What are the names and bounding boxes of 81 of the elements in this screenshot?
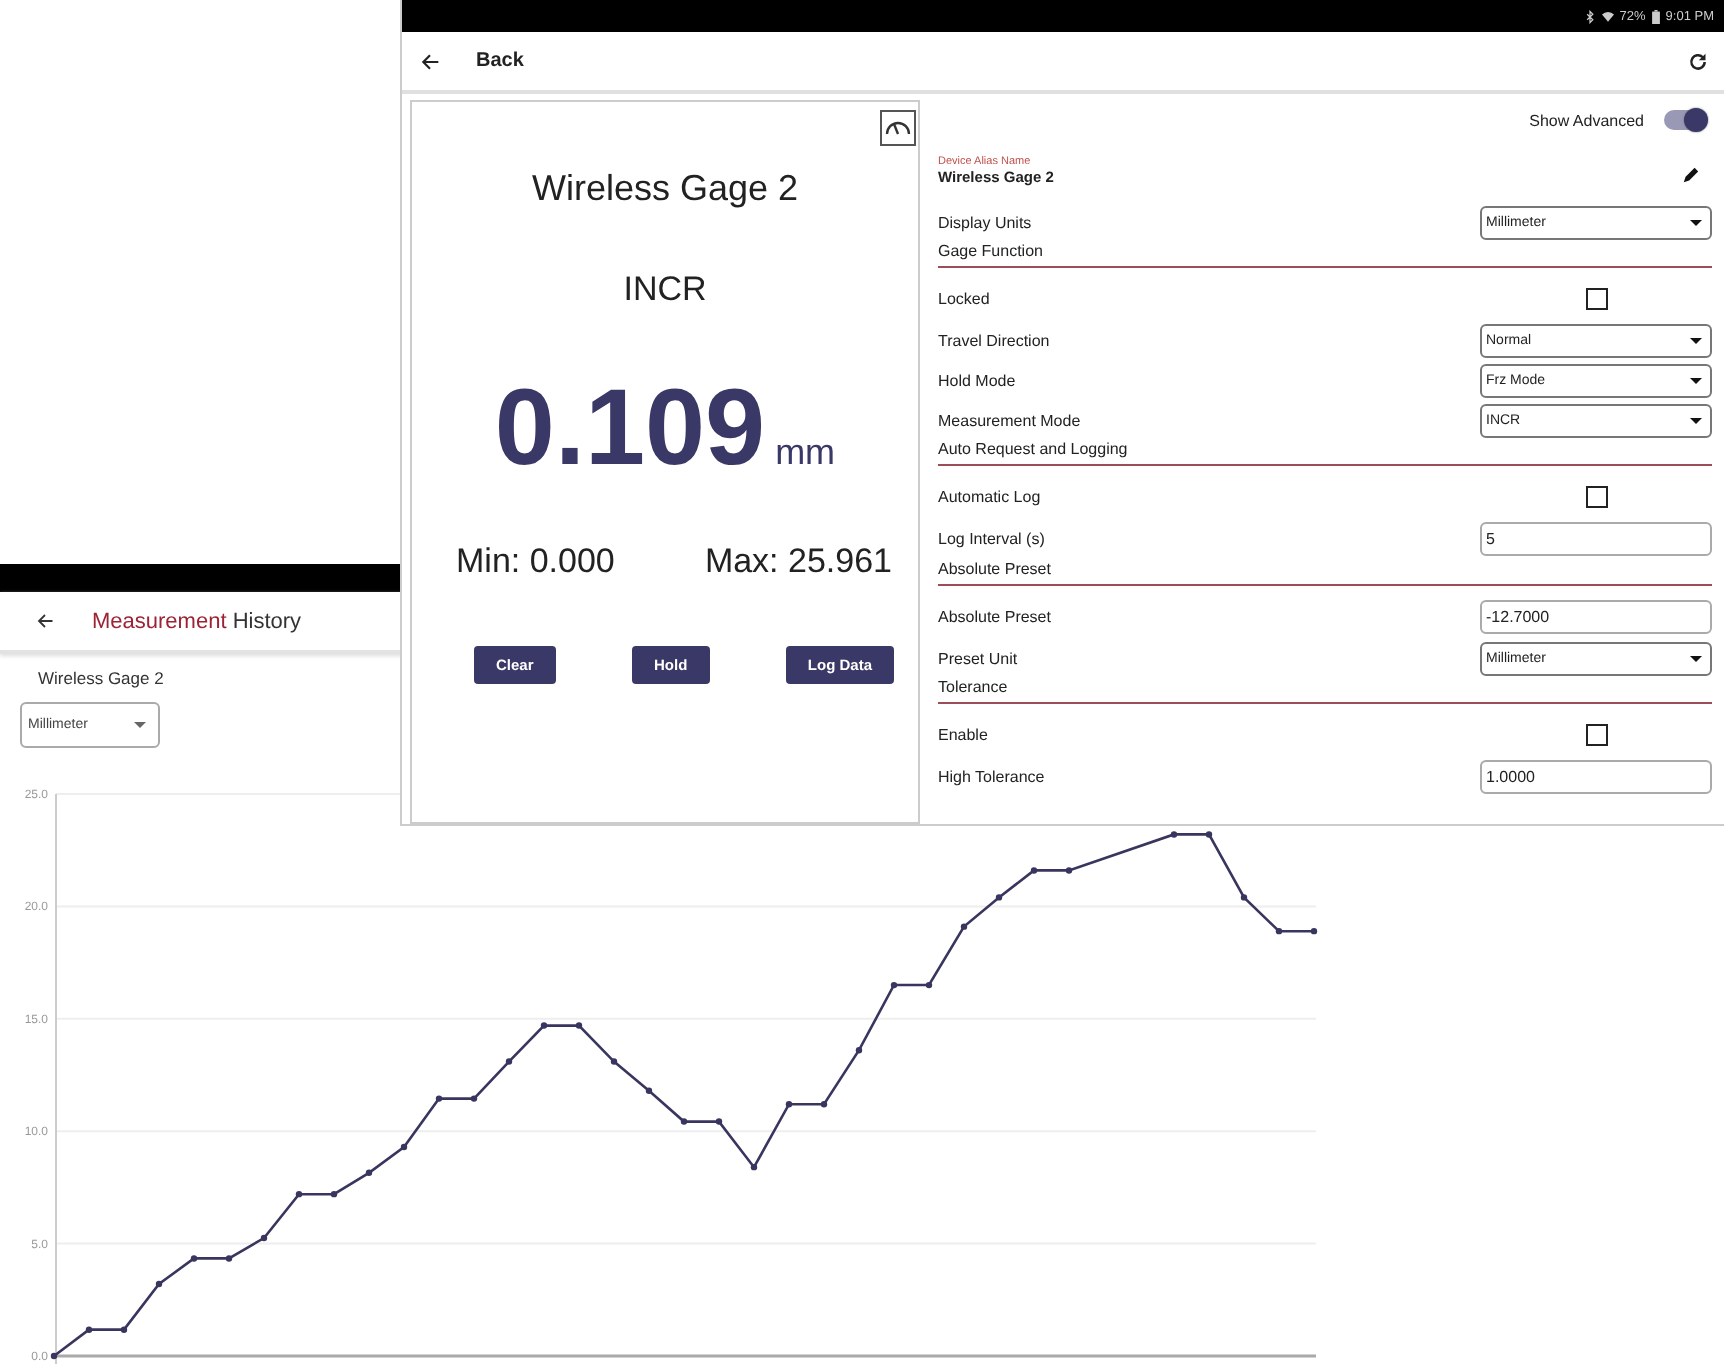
data-point bbox=[1275, 927, 1283, 935]
edit-icon[interactable] bbox=[1682, 166, 1700, 184]
gauge-icon[interactable] bbox=[880, 110, 916, 146]
setting-label: Absolute Preset bbox=[938, 608, 1051, 626]
checkbox[interactable] bbox=[1586, 288, 1608, 310]
caret-icon bbox=[1690, 655, 1702, 661]
setting-input[interactable]: -12.7000 bbox=[1480, 600, 1712, 634]
data-point bbox=[645, 1087, 653, 1094]
data-point bbox=[155, 1280, 163, 1288]
data-point bbox=[750, 1163, 758, 1171]
setting-label: Automatic Log bbox=[938, 488, 1041, 506]
setting-label: Travel Direction bbox=[938, 331, 1050, 349]
data-point bbox=[960, 923, 968, 930]
data-point bbox=[575, 1022, 583, 1029]
caret-icon bbox=[1690, 219, 1702, 225]
section-header: Tolerance bbox=[938, 678, 1712, 704]
section-header: Absolute Preset bbox=[938, 560, 1712, 586]
refresh-icon[interactable] bbox=[1688, 51, 1708, 72]
setting-label: Hold Mode bbox=[938, 371, 1016, 389]
data-point bbox=[540, 1022, 548, 1029]
caret-icon bbox=[1690, 337, 1702, 343]
data-point bbox=[120, 1326, 128, 1333]
max-value: Max: 25.961 bbox=[704, 542, 892, 582]
data-point bbox=[400, 1143, 408, 1151]
data-point bbox=[995, 894, 1003, 901]
data-point bbox=[190, 1255, 198, 1262]
data-point bbox=[925, 981, 933, 989]
setting-label: Preset Unit bbox=[938, 649, 1018, 667]
reading-unit: mm bbox=[775, 432, 836, 474]
data-point bbox=[1205, 831, 1213, 838]
setting-input[interactable]: 5 bbox=[1480, 522, 1712, 556]
data-point bbox=[260, 1234, 268, 1242]
setting-label: Display Units bbox=[938, 213, 1032, 231]
data-point bbox=[1065, 867, 1073, 874]
data-point bbox=[1240, 894, 1248, 901]
gage-reading: 0.109 bbox=[494, 366, 766, 490]
gage-name: Wireless Gage 2 bbox=[531, 168, 799, 210]
min-value: Min: 0.000 bbox=[456, 542, 615, 582]
data-point bbox=[820, 1101, 828, 1108]
back-arrow-icon[interactable] bbox=[36, 612, 54, 630]
device-name: Wireless Gage 2 bbox=[38, 668, 164, 688]
show-advanced-toggle[interactable] bbox=[1664, 110, 1704, 130]
battery-icon bbox=[1651, 9, 1660, 24]
data-point bbox=[295, 1190, 303, 1198]
back-arrow-icon[interactable] bbox=[420, 51, 440, 72]
setting-label: High Tolerance bbox=[938, 768, 1045, 786]
data-point bbox=[470, 1095, 478, 1102]
back-link[interactable]: Back bbox=[476, 50, 524, 73]
data-point bbox=[715, 1118, 723, 1125]
data-point bbox=[1170, 831, 1178, 838]
checkbox[interactable] bbox=[1586, 486, 1608, 508]
section-header: Auto Request and Logging bbox=[938, 440, 1712, 466]
data-point bbox=[85, 1326, 93, 1333]
data-point bbox=[50, 1352, 58, 1360]
data-point bbox=[610, 1058, 618, 1065]
data-point bbox=[855, 1047, 863, 1054]
setting-input[interactable]: 1.0000 bbox=[1480, 760, 1712, 794]
data-point bbox=[225, 1255, 233, 1262]
setting-label: Locked bbox=[938, 290, 990, 308]
wifi-icon bbox=[1601, 9, 1614, 24]
show-advanced-label: Show Advanced bbox=[1529, 111, 1644, 129]
data-point bbox=[365, 1169, 373, 1176]
setting-label: Measurement Mode bbox=[938, 411, 1081, 429]
caret-icon bbox=[1690, 417, 1702, 423]
screen-title: Measurement History bbox=[92, 609, 302, 633]
data-point bbox=[890, 981, 898, 989]
data-point bbox=[1310, 927, 1318, 935]
bluetooth-icon bbox=[1583, 9, 1596, 24]
data-point bbox=[785, 1101, 793, 1108]
checkbox[interactable] bbox=[1586, 724, 1608, 746]
setting-label: Enable bbox=[938, 726, 988, 744]
data-point bbox=[1030, 867, 1038, 874]
setting-label: Log Interval (s) bbox=[938, 530, 1045, 548]
data-point bbox=[505, 1058, 513, 1065]
section-header: Gage Function bbox=[938, 242, 1712, 268]
data-point bbox=[680, 1118, 688, 1125]
caret-icon bbox=[1690, 377, 1702, 383]
caret-icon bbox=[134, 722, 146, 728]
data-point bbox=[435, 1095, 443, 1102]
data-point bbox=[330, 1190, 338, 1198]
gage-mode: INCR bbox=[623, 270, 707, 310]
